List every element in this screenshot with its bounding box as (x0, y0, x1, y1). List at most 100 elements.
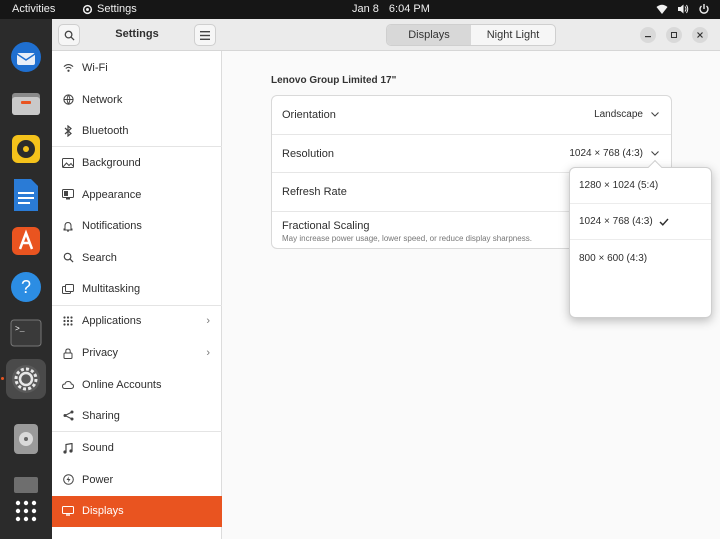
sidebar-item-online-accounts[interactable]: Online Accounts (52, 369, 222, 401)
orientation-value: Landscape (594, 109, 659, 120)
hamburger-icon (200, 30, 210, 40)
display-icon (62, 505, 74, 517)
orientation-label: Orientation (282, 109, 336, 121)
grid-icon (15, 500, 37, 522)
main-header: Displays Night Light (222, 19, 720, 51)
chevron-right-icon: › (206, 315, 210, 328)
sidebar-item-sharing[interactable]: Sharing (52, 401, 222, 433)
sidebar-item-label: Background (82, 156, 141, 169)
sidebar-item-privacy[interactable]: Privacy › (52, 337, 222, 369)
sidebar-item-search[interactable]: Search (52, 242, 222, 274)
orientation-row[interactable]: Orientation Landscape (272, 96, 671, 135)
minimize-button[interactable] (640, 27, 656, 43)
main-menu-button[interactable] (194, 24, 216, 46)
running-indicator (1, 377, 4, 380)
sidebar-item-label: Appearance (82, 188, 142, 201)
settings-icon (12, 365, 40, 393)
close-button[interactable] (692, 27, 708, 43)
sidebar-item-label: Power (82, 473, 114, 486)
sidebar-item-wifi[interactable]: Wi-Fi (52, 52, 222, 84)
sidebar-item-label: Displays (82, 505, 124, 518)
bell-icon (62, 220, 74, 232)
applications-icon (62, 315, 74, 327)
top-bar: Activities Settings Jan 8 6:04 PM (0, 0, 720, 19)
sidebar-list: Wi-Fi Network Bluetooth Background Appea… (52, 52, 222, 528)
dock-disks[interactable] (6, 419, 46, 459)
resolution-popover: 1280 × 1024 (5:4) 1024 × 768 (4:3) 800 ×… (569, 159, 712, 318)
sidebar-item-multitasking[interactable]: Multitasking (52, 274, 222, 306)
multitasking-icon (62, 283, 74, 295)
sidebar-item-label: Sound (82, 442, 114, 455)
dock-settings[interactable] (6, 359, 46, 399)
resolution-option[interactable]: 800 × 600 (4:3) (570, 240, 711, 276)
sidebar-item-applications[interactable]: Applications › (52, 306, 222, 338)
share-icon (62, 410, 74, 422)
fractional-scaling-description: May increase power usage, lower speed, o… (282, 233, 532, 243)
sidebar-header: Settings (52, 19, 222, 51)
sidebar-item-network[interactable]: Network (52, 84, 222, 116)
wifi-icon (656, 4, 668, 14)
sidebar-item-power[interactable]: Power (52, 464, 222, 496)
sidebar-item-label: Sharing (82, 409, 120, 422)
lock-icon (62, 347, 74, 359)
app-center-icon (12, 227, 40, 255)
appearance-icon (62, 189, 74, 201)
settings-window: Settings Wi-Fi Network Bluetooth Backgro… (52, 19, 720, 539)
writer-icon (14, 179, 38, 211)
bluetooth-icon (62, 124, 74, 137)
show-apps-button[interactable] (6, 491, 46, 531)
dock-app-center[interactable] (6, 221, 46, 261)
dock-thunderbird[interactable] (6, 37, 46, 77)
volume-icon (678, 4, 689, 14)
resolution-label: Resolution (282, 147, 334, 160)
minimize-icon (645, 36, 651, 38)
dock-writer[interactable] (6, 175, 46, 215)
activities-button[interactable]: Activities (12, 3, 55, 15)
sidebar-item-appearance[interactable]: Appearance (52, 179, 222, 211)
dock-rhythmbox[interactable] (6, 129, 46, 169)
maximize-button[interactable] (666, 27, 682, 43)
dock-help[interactable]: ? (6, 267, 46, 307)
sidebar-item-label: Wi-Fi (82, 61, 108, 74)
sidebar-item-displays[interactable]: Displays (52, 495, 222, 528)
tab-night-light[interactable]: Night Light (471, 25, 555, 45)
power-icon (699, 4, 709, 14)
sidebar-item-bluetooth[interactable]: Bluetooth (52, 115, 222, 148)
tab-displays[interactable]: Displays (387, 25, 471, 45)
svg-text:>_: >_ (15, 325, 25, 334)
sidebar-item-sound[interactable]: Sound (52, 432, 222, 464)
sidebar-item-label: Privacy (82, 347, 119, 360)
network-icon (62, 94, 74, 106)
resolution-option-selected[interactable]: 1024 × 768 (4:3) (570, 204, 711, 240)
monitor-name: Lenovo Group Limited 17" (271, 75, 397, 86)
dock-files[interactable] (6, 83, 46, 123)
resolution-option[interactable]: 1280 × 1024 (5:4) (570, 168, 711, 204)
resolution-value: 1024 × 768 (4:3) (569, 148, 659, 159)
refresh-rate-label: Refresh Rate (282, 186, 347, 198)
power-icon (62, 474, 74, 486)
background-icon (62, 157, 74, 169)
svg-text:?: ? (21, 277, 31, 297)
dock-terminal[interactable]: >_ (6, 313, 46, 353)
chevron-down-icon (651, 150, 659, 156)
gear-icon (82, 4, 93, 14)
checkmark-icon (659, 218, 669, 226)
sidebar-item-label: Search (82, 251, 117, 264)
sidebar-item-label: Notifications (82, 220, 142, 233)
resolution-current: 1024 × 768 (4:3) (569, 147, 643, 159)
thunderbird-icon (11, 42, 41, 72)
sidebar-item-notifications[interactable]: Notifications (52, 210, 222, 242)
app-menu[interactable]: Settings (82, 3, 137, 15)
clock[interactable]: Jan 8 6:04 PM (352, 3, 430, 15)
clock-date: Jan 8 (352, 3, 379, 15)
sidebar-item-background[interactable]: Background (52, 147, 222, 179)
system-tray[interactable] (656, 3, 710, 15)
terminal-icon: >_ (10, 319, 42, 347)
rhythmbox-icon (12, 135, 40, 163)
maximize-icon (671, 32, 677, 38)
sidebar-item-label: Multitasking (82, 283, 141, 296)
wifi-icon (62, 62, 74, 74)
clock-time: 6:04 PM (388, 3, 430, 15)
chevron-right-icon: › (206, 347, 210, 360)
files-icon (12, 93, 40, 115)
